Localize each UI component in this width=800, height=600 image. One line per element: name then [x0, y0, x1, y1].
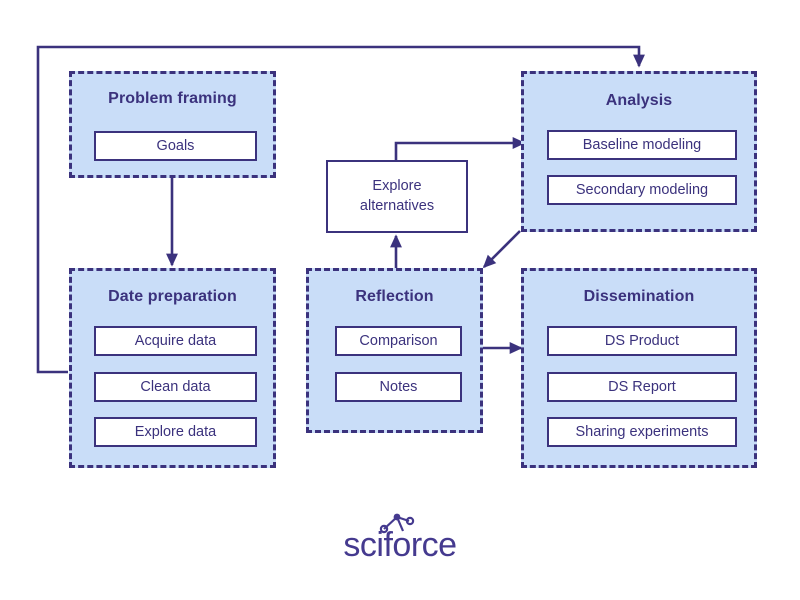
item-baseline-modeling[interactable]: Baseline modeling	[547, 130, 737, 160]
group-title-date-preparation: Date preparation	[108, 288, 237, 305]
item-clean-data[interactable]: Clean data	[94, 372, 257, 402]
item-goals[interactable]: Goals	[94, 131, 257, 161]
connector-analysis-to-reflection	[482, 230, 521, 269]
molecule-icon	[380, 513, 415, 534]
group-title-analysis: Analysis	[605, 92, 673, 109]
item-explore-data[interactable]: Explore data	[94, 417, 257, 447]
logo: sciforce	[0, 513, 800, 562]
group-dissemination[interactable]: Dissemination DS Product DS Report Shari…	[521, 268, 757, 468]
explore-alternatives-line2: alternatives	[359, 197, 435, 214]
item-comparison[interactable]: Comparison	[335, 326, 462, 356]
group-reflection[interactable]: Reflection Comparison Notes	[306, 268, 483, 433]
item-secondary-modeling[interactable]: Secondary modeling	[547, 175, 737, 205]
item-ds-report[interactable]: DS Report	[547, 372, 737, 402]
group-title-problem-framing: Problem framing	[108, 90, 237, 107]
item-ds-product[interactable]: DS Product	[547, 326, 737, 356]
group-title-reflection: Reflection	[355, 288, 434, 305]
logo-wrap: sciforce	[343, 513, 457, 562]
item-sharing-experiments[interactable]: Sharing experiments	[547, 417, 737, 447]
explore-alternatives-line1: Explore	[372, 177, 422, 194]
diagram-canvas: Problem framing Goals Analysis Baseline …	[0, 0, 800, 600]
group-title-dissemination: Dissemination	[583, 288, 695, 305]
node-explore-alternatives-label: Explore alternatives	[360, 177, 434, 216]
connector-explore-alternatives-to-analysis	[394, 137, 526, 160]
group-problem-framing[interactable]: Problem framing Goals	[69, 71, 276, 178]
item-notes[interactable]: Notes	[335, 372, 462, 402]
group-date-preparation[interactable]: Date preparation Acquire data Clean data…	[69, 268, 276, 468]
item-acquire-data[interactable]: Acquire data	[94, 326, 257, 356]
group-analysis[interactable]: Analysis Baseline modeling Secondary mod…	[521, 71, 757, 232]
node-explore-alternatives[interactable]: Explore alternatives	[326, 160, 468, 233]
